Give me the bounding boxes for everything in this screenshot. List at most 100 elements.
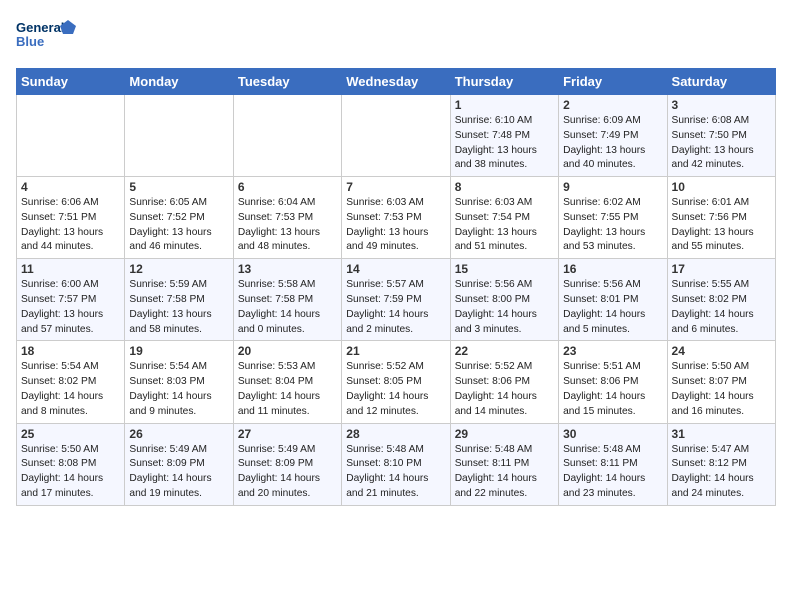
cell-text: Sunrise: 5:54 AM Sunset: 8:03 PM Dayligh… [129, 360, 228, 419]
cell-text: Sunrise: 5:54 AM Sunset: 8:02 PM Dayligh… [21, 360, 120, 419]
day-number: 31 [672, 427, 771, 441]
day-number: 28 [346, 427, 445, 441]
day-number: 4 [21, 180, 120, 194]
calendar-cell [233, 95, 341, 177]
cell-text: Sunrise: 6:10 AM Sunset: 7:48 PM Dayligh… [455, 114, 554, 173]
day-number: 29 [455, 427, 554, 441]
cell-text: Sunrise: 5:59 AM Sunset: 7:58 PM Dayligh… [129, 278, 228, 337]
day-number: 6 [238, 180, 337, 194]
calendar-cell: 19 Sunrise: 5:54 AM Sunset: 8:03 PM Dayli… [125, 341, 233, 423]
calendar-cell: 29 Sunrise: 5:48 AM Sunset: 8:11 PM Dayli… [450, 423, 558, 505]
cell-text: Sunrise: 5:50 AM Sunset: 8:08 PM Dayligh… [21, 443, 120, 502]
cell-text: Sunrise: 6:06 AM Sunset: 7:51 PM Dayligh… [21, 196, 120, 255]
calendar-cell: 25 Sunrise: 5:50 AM Sunset: 8:08 PM Dayli… [17, 423, 125, 505]
calendar-cell: 24 Sunrise: 5:50 AM Sunset: 8:07 PM Dayli… [667, 341, 775, 423]
day-number: 25 [21, 427, 120, 441]
day-number: 26 [129, 427, 228, 441]
calendar-cell: 18 Sunrise: 5:54 AM Sunset: 8:02 PM Dayli… [17, 341, 125, 423]
cell-text: Sunrise: 5:50 AM Sunset: 8:07 PM Dayligh… [672, 360, 771, 419]
cell-text: Sunrise: 6:05 AM Sunset: 7:52 PM Dayligh… [129, 196, 228, 255]
weekday-header-sunday: Sunday [17, 69, 125, 95]
cell-text: Sunrise: 5:48 AM Sunset: 8:11 PM Dayligh… [563, 443, 662, 502]
calendar-cell: 5Sunrise: 6:05 AM Sunset: 7:52 PM Daylig… [125, 177, 233, 259]
calendar-cell: 2 Sunrise: 6:09 AM Sunset: 7:49 PM Daylig… [559, 95, 667, 177]
calendar-cell: 30 Sunrise: 5:48 AM Sunset: 8:11 PM Dayli… [559, 423, 667, 505]
calendar-cell: 27 Sunrise: 5:49 AM Sunset: 8:09 PM Dayli… [233, 423, 341, 505]
cell-text: Sunrise: 5:47 AM Sunset: 8:12 PM Dayligh… [672, 443, 771, 502]
weekday-header-saturday: Saturday [667, 69, 775, 95]
cell-text: Sunrise: 5:48 AM Sunset: 8:11 PM Dayligh… [455, 443, 554, 502]
day-number: 18 [21, 344, 120, 358]
weekday-header-tuesday: Tuesday [233, 69, 341, 95]
calendar-week-row: 4 Sunrise: 6:06 AM Sunset: 7:51 PM Daylig… [17, 177, 776, 259]
cell-text: Sunrise: 5:53 AM Sunset: 8:04 PM Dayligh… [238, 360, 337, 419]
calendar-cell: 23Sunrise: 5:51 AM Sunset: 8:06 PM Dayli… [559, 341, 667, 423]
cell-text: Sunrise: 6:08 AM Sunset: 7:50 PM Dayligh… [672, 114, 771, 173]
calendar-cell: 12 Sunrise: 5:59 AM Sunset: 7:58 PM Dayli… [125, 259, 233, 341]
cell-text: Sunrise: 6:01 AM Sunset: 7:56 PM Dayligh… [672, 196, 771, 255]
day-number: 12 [129, 262, 228, 276]
calendar-cell: 6 Sunrise: 6:04 AM Sunset: 7:53 PM Daylig… [233, 177, 341, 259]
logo-icon: General Blue [16, 16, 76, 56]
day-number: 16 [563, 262, 662, 276]
calendar-cell: 26 Sunrise: 5:49 AM Sunset: 8:09 PM Dayli… [125, 423, 233, 505]
day-number: 24 [672, 344, 771, 358]
calendar-cell: 3 Sunrise: 6:08 AM Sunset: 7:50 PM Daylig… [667, 95, 775, 177]
weekday-header-row: SundayMondayTuesdayWednesdayThursdayFrid… [17, 69, 776, 95]
day-number: 9 [563, 180, 662, 194]
calendar-cell: 13Sunrise: 5:58 AM Sunset: 7:58 PM Dayli… [233, 259, 341, 341]
cell-text: Sunrise: 6:09 AM Sunset: 7:49 PM Dayligh… [563, 114, 662, 173]
calendar-cell: 9Sunrise: 6:02 AM Sunset: 7:55 PM Daylig… [559, 177, 667, 259]
day-number: 21 [346, 344, 445, 358]
calendar-week-row: 25 Sunrise: 5:50 AM Sunset: 8:08 PM Dayli… [17, 423, 776, 505]
weekday-header-thursday: Thursday [450, 69, 558, 95]
day-number: 1 [455, 98, 554, 112]
day-number: 2 [563, 98, 662, 112]
cell-text: Sunrise: 5:57 AM Sunset: 7:59 PM Dayligh… [346, 278, 445, 337]
calendar-table: SundayMondayTuesdayWednesdayThursdayFrid… [16, 68, 776, 506]
calendar-cell: 16 Sunrise: 5:56 AM Sunset: 8:01 PM Dayli… [559, 259, 667, 341]
cell-text: Sunrise: 5:49 AM Sunset: 8:09 PM Dayligh… [129, 443, 228, 502]
calendar-cell: 17Sunrise: 5:55 AM Sunset: 8:02 PM Dayli… [667, 259, 775, 341]
calendar-cell: 14 Sunrise: 5:57 AM Sunset: 7:59 PM Dayli… [342, 259, 450, 341]
calendar-cell: 28Sunrise: 5:48 AM Sunset: 8:10 PM Dayli… [342, 423, 450, 505]
day-number: 27 [238, 427, 337, 441]
weekday-header-monday: Monday [125, 69, 233, 95]
cell-text: Sunrise: 6:04 AM Sunset: 7:53 PM Dayligh… [238, 196, 337, 255]
weekday-header-friday: Friday [559, 69, 667, 95]
cell-text: Sunrise: 5:49 AM Sunset: 8:09 PM Dayligh… [238, 443, 337, 502]
calendar-cell: 11Sunrise: 6:00 AM Sunset: 7:57 PM Dayli… [17, 259, 125, 341]
weekday-header-wednesday: Wednesday [342, 69, 450, 95]
day-number: 14 [346, 262, 445, 276]
day-number: 7 [346, 180, 445, 194]
calendar-cell: 20 Sunrise: 5:53 AM Sunset: 8:04 PM Dayli… [233, 341, 341, 423]
day-number: 3 [672, 98, 771, 112]
day-number: 15 [455, 262, 554, 276]
calendar-cell: 22 Sunrise: 5:52 AM Sunset: 8:06 PM Dayli… [450, 341, 558, 423]
day-number: 23 [563, 344, 662, 358]
calendar-cell: 4 Sunrise: 6:06 AM Sunset: 7:51 PM Daylig… [17, 177, 125, 259]
cell-text: Sunrise: 5:58 AM Sunset: 7:58 PM Dayligh… [238, 278, 337, 337]
calendar-cell [125, 95, 233, 177]
calendar-cell: 10 Sunrise: 6:01 AM Sunset: 7:56 PM Dayli… [667, 177, 775, 259]
svg-text:Blue: Blue [16, 34, 44, 49]
day-number: 19 [129, 344, 228, 358]
page-header: General Blue [16, 16, 776, 56]
calendar-cell: 15 Sunrise: 5:56 AM Sunset: 8:00 PM Dayli… [450, 259, 558, 341]
cell-text: Sunrise: 5:56 AM Sunset: 8:00 PM Dayligh… [455, 278, 554, 337]
cell-text: Sunrise: 6:03 AM Sunset: 7:53 PM Dayligh… [346, 196, 445, 255]
day-number: 17 [672, 262, 771, 276]
day-number: 20 [238, 344, 337, 358]
cell-text: Sunrise: 5:52 AM Sunset: 8:05 PM Dayligh… [346, 360, 445, 419]
cell-text: Sunrise: 6:03 AM Sunset: 7:54 PM Dayligh… [455, 196, 554, 255]
day-number: 10 [672, 180, 771, 194]
day-number: 11 [21, 262, 120, 276]
day-number: 30 [563, 427, 662, 441]
cell-text: Sunrise: 5:56 AM Sunset: 8:01 PM Dayligh… [563, 278, 662, 337]
calendar-cell [17, 95, 125, 177]
svg-text:General: General [16, 20, 64, 35]
day-number: 22 [455, 344, 554, 358]
calendar-cell: 21 Sunrise: 5:52 AM Sunset: 8:05 PM Dayli… [342, 341, 450, 423]
logo: General Blue [16, 16, 76, 56]
cell-text: Sunrise: 5:52 AM Sunset: 8:06 PM Dayligh… [455, 360, 554, 419]
